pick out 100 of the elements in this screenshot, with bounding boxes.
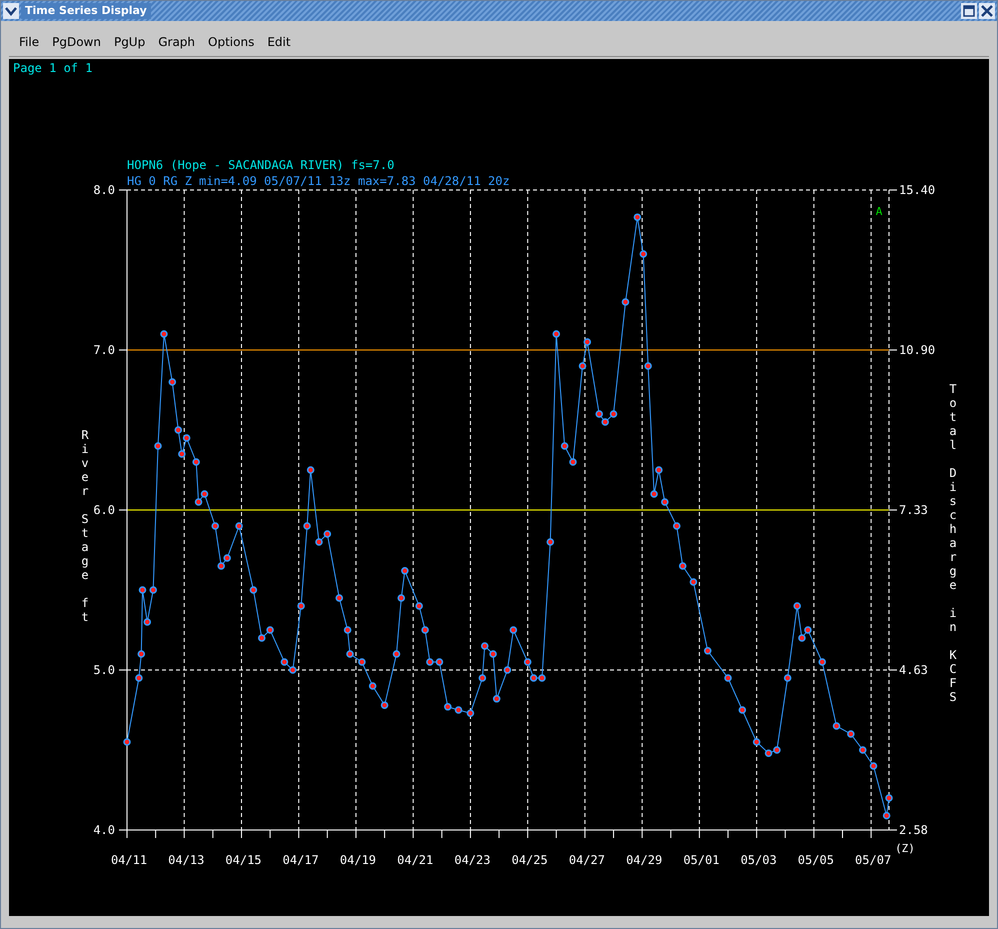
x-tick-label: 04/19	[340, 853, 376, 867]
data-point	[678, 562, 686, 570]
data-point	[510, 626, 518, 634]
data-point	[640, 250, 648, 258]
data-point	[392, 650, 400, 658]
data-point	[160, 330, 168, 338]
data-point	[784, 674, 792, 682]
data-point	[398, 594, 406, 602]
data-point	[368, 682, 376, 690]
x-tick-label: 04/15	[225, 853, 262, 867]
data-point	[168, 378, 176, 386]
x-tick-label: 04/25	[512, 853, 548, 867]
data-point	[655, 466, 663, 474]
close-icon[interactable]	[979, 3, 995, 19]
data-point	[235, 522, 243, 530]
y2-tick-label: 2.58	[899, 823, 928, 837]
data-point	[650, 490, 658, 498]
y-tick-label: 7.0	[93, 343, 115, 357]
data-point	[885, 794, 893, 802]
y2-tick-label: 15.40	[899, 183, 936, 197]
y-tick-label: 4.0	[93, 823, 115, 837]
x-tick-label: 04/17	[282, 853, 319, 867]
data-point	[690, 578, 698, 586]
x-tick-label: 04/11	[110, 853, 148, 867]
data-point	[832, 722, 840, 730]
data-point	[138, 586, 146, 594]
data-point	[426, 658, 434, 666]
data-point	[250, 586, 258, 594]
data-point	[144, 618, 152, 626]
data-point	[444, 703, 452, 711]
data-point	[882, 812, 890, 820]
window-title: Time Series Display	[21, 2, 151, 20]
data-point	[344, 626, 352, 634]
y2-axis-label: Total Discharge in KCFS	[949, 382, 957, 704]
data-point	[569, 458, 577, 466]
data-point	[454, 706, 462, 714]
data-point	[138, 650, 146, 658]
chevron-down-icon[interactable]	[3, 3, 19, 19]
data-point	[297, 602, 305, 610]
data-point	[661, 498, 669, 506]
data-point	[847, 730, 855, 738]
x-tick-label: 05/05	[798, 853, 834, 867]
data-point	[346, 650, 354, 658]
data-point	[793, 602, 801, 610]
data-point	[634, 213, 642, 221]
y2-tick-label: 4.63	[899, 663, 928, 677]
data-point	[524, 658, 532, 666]
data-point	[672, 522, 680, 530]
x-tick-label: 04/21	[397, 853, 434, 867]
data-point	[306, 466, 314, 474]
data-point	[724, 674, 732, 682]
chart-title: HOPN6 (Hope - SACANDAGA RIVER) fs=7.0	[127, 158, 394, 172]
y2-tick-label: 7.33	[899, 503, 928, 517]
corner-marker-label: A	[876, 205, 882, 218]
data-point	[578, 362, 586, 370]
data-point	[478, 674, 486, 682]
data-point	[584, 338, 592, 346]
data-point	[178, 450, 186, 458]
x-axis-label: (Z)	[895, 842, 915, 855]
y-tick-label: 8.0	[93, 183, 115, 197]
data-point	[466, 709, 474, 717]
y2-tick-label: 10.90	[899, 343, 936, 357]
data-point	[336, 594, 344, 602]
page-indicator: Page 1 of 1	[13, 60, 92, 76]
data-point	[560, 442, 568, 450]
data-point	[415, 602, 423, 610]
data-point	[818, 658, 826, 666]
y-tick-label: 5.0	[93, 663, 115, 677]
data-point	[492, 695, 500, 703]
data-point	[192, 458, 200, 466]
data-point	[644, 362, 652, 370]
data-point	[154, 442, 162, 450]
data-point	[738, 706, 746, 714]
data-point	[752, 738, 760, 746]
data-point	[622, 298, 630, 306]
x-tick-label: 04/27	[568, 853, 605, 867]
y-axis-label: River Stage ft	[81, 428, 89, 624]
x-tick-label: 05/03	[740, 853, 777, 867]
x-tick-label: 05/07	[855, 853, 892, 867]
data-point	[149, 586, 157, 594]
data-point	[303, 522, 311, 530]
series-name: HG 0 RG Z	[127, 174, 192, 188]
x-tick-label: 04/23	[454, 853, 490, 867]
series-stats: min=4.09 05/07/11 13z max=7.83 04/28/11 20z	[199, 174, 510, 188]
data-point	[212, 522, 219, 530]
data-point	[552, 330, 560, 338]
data-point	[870, 762, 878, 770]
x-tick-label: 04/13	[168, 853, 204, 867]
x-tick-label: 04/29	[626, 853, 662, 867]
data-point	[358, 658, 366, 666]
data-point	[704, 647, 712, 655]
data-point	[504, 666, 512, 674]
data-point	[135, 674, 143, 682]
maximize-icon[interactable]	[961, 3, 977, 19]
y-tick-label: 6.0	[93, 503, 115, 517]
data-point	[123, 738, 131, 746]
data-point	[421, 626, 429, 634]
x-tick-label: 05/01	[683, 853, 720, 867]
data-point	[380, 701, 388, 709]
data-point	[546, 538, 554, 546]
